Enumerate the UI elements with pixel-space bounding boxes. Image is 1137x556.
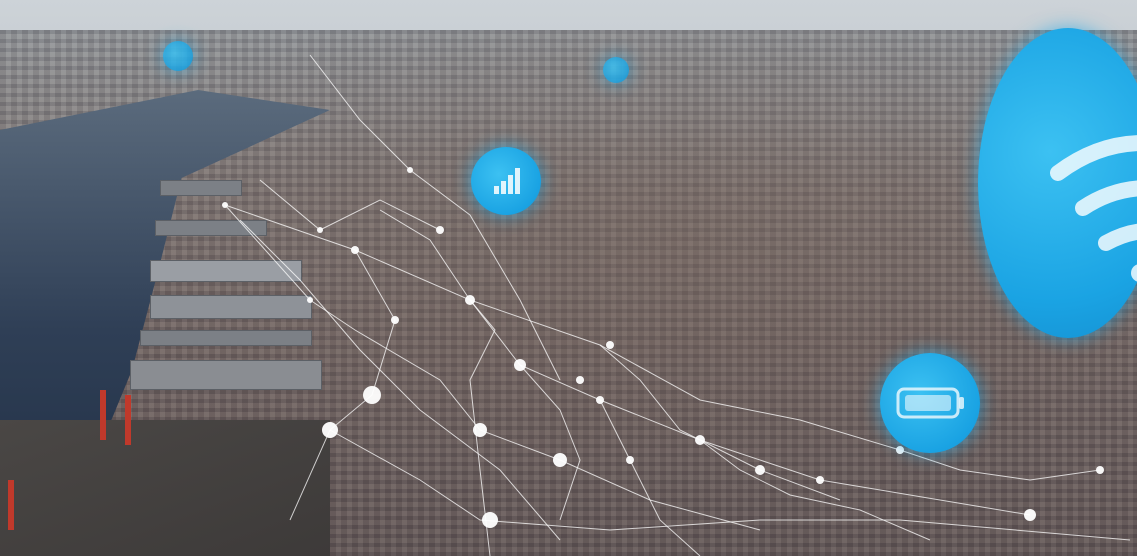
network-node <box>436 226 444 234</box>
network-node <box>473 423 487 437</box>
network-node <box>816 476 824 484</box>
aerial-city-network-image <box>0 0 1137 556</box>
network-node <box>407 167 413 173</box>
network-node <box>1096 466 1104 474</box>
network-line <box>329 429 1131 541</box>
network-line <box>259 179 441 231</box>
network-line <box>239 219 561 541</box>
network-node <box>322 422 338 438</box>
network-node <box>465 295 475 305</box>
network-node <box>222 202 228 208</box>
network-node <box>482 512 498 528</box>
network-node <box>695 435 705 445</box>
signal-bars-icon <box>494 168 520 194</box>
network-node <box>363 386 381 404</box>
network-node <box>317 227 323 233</box>
battery-icon <box>896 387 964 419</box>
battery-bubble <box>880 353 980 453</box>
network-lines-overlay <box>222 54 1131 556</box>
wifi-icon <box>1050 135 1137 282</box>
network-node <box>896 446 904 454</box>
network-line <box>519 364 581 521</box>
network-node <box>391 316 399 324</box>
network-line <box>699 439 931 541</box>
network-line <box>289 249 396 521</box>
glow-bubble <box>603 57 629 83</box>
network-node <box>596 396 604 404</box>
glow-bubble <box>163 41 193 71</box>
network-node <box>514 359 526 371</box>
network-node <box>606 341 614 349</box>
network-line <box>899 449 1101 481</box>
network-line <box>599 399 701 556</box>
network-node <box>626 456 634 464</box>
network-node <box>576 376 584 384</box>
network-node <box>553 453 567 467</box>
network-node <box>1024 509 1036 521</box>
network-line <box>379 209 901 451</box>
network-node <box>755 465 765 475</box>
network-line <box>309 54 561 381</box>
signal-bubble <box>471 147 541 215</box>
network-node <box>351 246 359 254</box>
network-node <box>307 297 313 303</box>
network-line <box>599 344 841 501</box>
